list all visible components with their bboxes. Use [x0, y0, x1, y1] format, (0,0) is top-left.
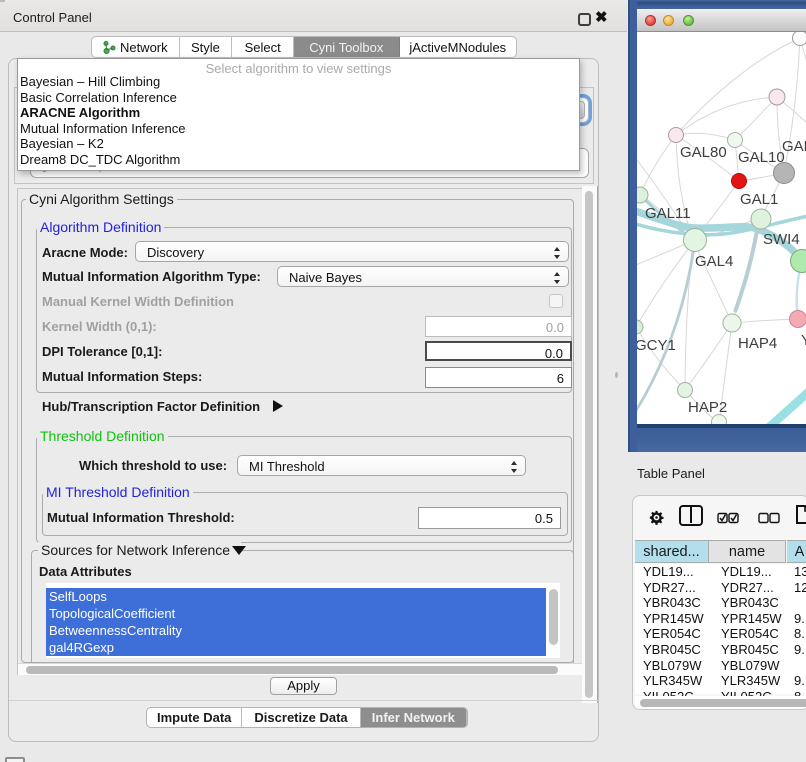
- svg-text:SWI4: SWI4: [763, 231, 800, 248]
- svg-text:GAL7: GAL7: [782, 138, 806, 155]
- svg-text:HAP2: HAP2: [688, 399, 727, 416]
- svg-text:HAP4: HAP4: [738, 335, 777, 352]
- svg-text:GAL1: GAL1: [740, 191, 778, 208]
- svg-text:GAL10: GAL10: [738, 149, 785, 166]
- svg-text:GAL11: GAL11: [645, 205, 691, 222]
- svg-text:GCY1: GCY1: [637, 337, 676, 354]
- svg-text:Y: Y: [801, 332, 806, 349]
- svg-text:GAL4: GAL4: [695, 253, 733, 270]
- svg-text:GAL80: GAL80: [680, 144, 727, 161]
